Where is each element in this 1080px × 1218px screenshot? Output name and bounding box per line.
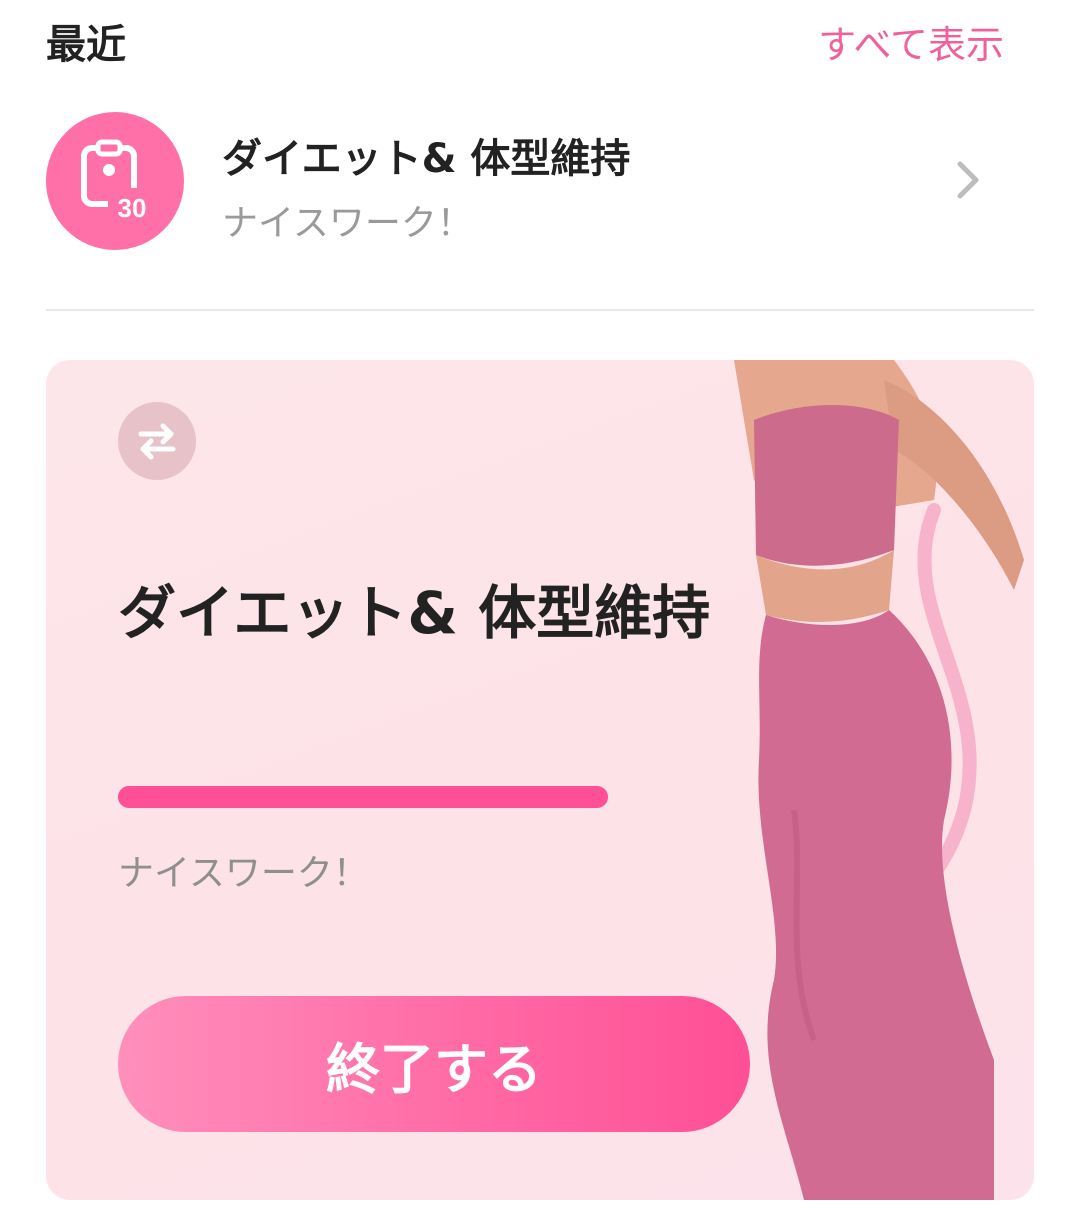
card-title: ダイエット& 体型維持 — [118, 579, 711, 647]
progress-fill — [118, 786, 608, 808]
chevron-right-icon — [957, 161, 979, 199]
card-subtitle: ナイスワーク！ — [118, 853, 369, 894]
plan-subtitle: ナイスワーク！ — [222, 203, 473, 244]
divider — [46, 309, 1034, 311]
plan-icon: 30 — [46, 112, 184, 250]
icon-badge-text: 30 — [118, 193, 147, 223]
finish-button[interactable]: 終了する — [118, 996, 750, 1132]
plan-card: ダイエット& 体型維持 ナイスワーク！ 終了する — [46, 360, 1034, 1200]
plan-name: ダイエット& 体型維持 — [222, 136, 631, 182]
progress-bar — [118, 786, 608, 808]
switch-plan-button[interactable] — [118, 402, 196, 480]
swap-arrows-icon — [138, 423, 176, 460]
clipboard-30-day-icon: 30 — [81, 139, 154, 223]
section-title: 最近 — [46, 22, 126, 68]
view-all-link[interactable]: すべて表示 — [818, 14, 1004, 69]
recent-plan-item[interactable]: 30 ダイエット& 体型維持 ナイスワーク！ — [46, 110, 1036, 252]
recent-plans-screen: 最近 すべて表示 30 ダイエット& 体型維持 ナイスワーク！ ダイエット& 体… — [0, 0, 1080, 1218]
